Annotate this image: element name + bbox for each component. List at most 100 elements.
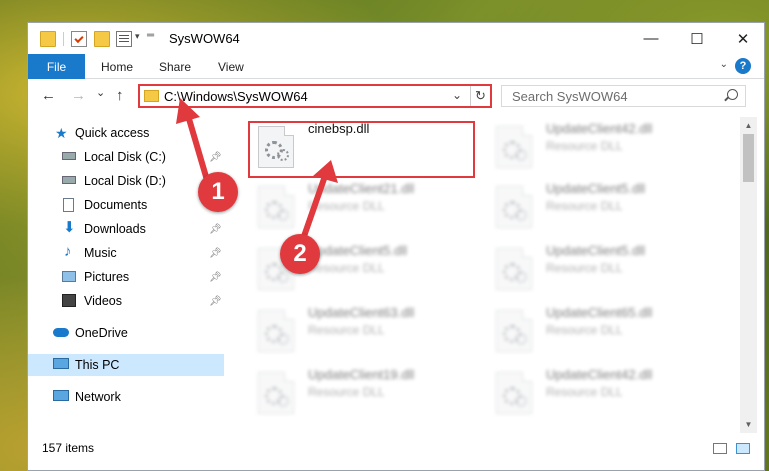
tab-view[interactable]: View	[218, 60, 244, 74]
file-type: Resource DLL	[546, 385, 623, 399]
file-explorer-window: ▾ ═ SysWOW64 — ☐ ✕ File Home Share View …	[27, 22, 765, 471]
sidebar-item-label: Downloads	[84, 222, 146, 236]
large-icons-view-icon[interactable]	[736, 443, 750, 454]
list-item[interactable]: UpdateClient5.dll Resource DLL	[486, 241, 716, 299]
sidebar-item-label: Music	[84, 246, 117, 260]
search-placeholder: Search SysWOW64	[512, 89, 628, 104]
list-item[interactable]: UpdateClient65.dll Resource DLL	[486, 303, 716, 361]
file-name: UpdateClient42.dll	[546, 121, 653, 136]
list-item[interactable]: UpdateClient5.dll Resource DLL	[486, 179, 716, 237]
sidebar-item-pictures[interactable]: Pictures 📌︎	[28, 266, 224, 288]
list-item[interactable]: UpdateClient21.dll Resource DLL	[248, 179, 478, 237]
help-button[interactable]: ?	[735, 58, 751, 74]
navigation-pane: ★ Quick access Local Disk (C:) 📌︎ Local …	[28, 114, 224, 436]
address-dropdown-icon[interactable]: ⌄	[452, 88, 462, 102]
tab-file[interactable]: File	[28, 54, 85, 79]
dll-file-icon	[496, 186, 532, 228]
sidebar-item-documents[interactable]: Documents 📌︎	[28, 194, 224, 216]
sidebar-item-videos[interactable]: Videos 📌︎	[28, 290, 224, 312]
sidebar-item-label: Local Disk (C:)	[84, 150, 166, 164]
sidebar-item-label: OneDrive	[75, 326, 128, 340]
separator	[63, 32, 64, 46]
up-button[interactable]: ↑	[116, 87, 124, 104]
pin-icon[interactable]: 📌︎	[209, 296, 222, 307]
dll-file-icon	[496, 248, 532, 290]
scroll-down-icon[interactable]: ▼	[740, 416, 757, 433]
minimize-button[interactable]: —	[628, 23, 674, 54]
search-icon[interactable]	[727, 89, 738, 100]
file-type: Resource DLL	[546, 139, 623, 153]
close-button[interactable]: ✕	[720, 23, 766, 54]
documents-icon	[63, 198, 74, 212]
cloud-icon	[53, 328, 69, 337]
sidebar-item-label: Local Disk (D:)	[84, 174, 166, 188]
sidebar-item-local-disk-c[interactable]: Local Disk (C:) 📌︎	[28, 146, 224, 168]
network-icon	[53, 390, 69, 401]
address-path[interactable]: C:\Windows\SysWOW64	[164, 89, 308, 104]
sidebar-item-network[interactable]: Network	[28, 386, 224, 408]
navigation-row: ← → ⌄ ↑ C:\Windows\SysWOW64 ⌄ ↻ Search S…	[28, 80, 764, 114]
computer-icon	[53, 358, 69, 369]
scrollbar-thumb[interactable]	[743, 134, 754, 182]
sidebar-item-local-disk-d[interactable]: Local Disk (D:)	[28, 170, 224, 192]
vertical-scrollbar[interactable]: ▲ ▼	[740, 117, 757, 433]
step-marker-1: 1	[198, 172, 238, 212]
qa-customize-icon[interactable]: ═	[147, 30, 154, 41]
file-type: Resource DLL	[546, 323, 623, 337]
step-marker-2: 2	[280, 234, 320, 274]
view-toggle-icon[interactable]	[116, 31, 132, 47]
address-bar[interactable]: C:\Windows\SysWOW64 ⌄ ↻	[138, 84, 492, 108]
recent-locations-button[interactable]: ⌄	[96, 86, 105, 99]
tab-home[interactable]: Home	[101, 60, 133, 74]
properties-icon[interactable]	[71, 31, 87, 47]
ribbon-tabs: File Home Share View ⌄ ?	[28, 54, 764, 79]
new-folder-icon[interactable]	[94, 31, 110, 47]
sidebar-item-this-pc[interactable]: This PC	[28, 354, 224, 376]
file-type: Resource DLL	[546, 261, 623, 275]
expand-ribbon-icon[interactable]: ⌄	[720, 59, 728, 70]
file-name: UpdateClient21.dll	[308, 181, 415, 196]
music-icon: ♪	[64, 243, 72, 260]
file-type: Resource DLL	[546, 199, 623, 213]
window-title: SysWOW64	[169, 31, 240, 46]
sidebar-item-onedrive[interactable]: OneDrive	[28, 322, 224, 344]
tab-share[interactable]: Share	[159, 60, 191, 74]
folder-icon	[40, 31, 56, 47]
folder-icon	[144, 90, 159, 102]
sidebar-item-quick-access[interactable]: ★ Quick access	[28, 122, 224, 144]
pin-icon[interactable]: 📌︎	[209, 272, 222, 283]
pin-icon[interactable]: 📌︎	[209, 248, 222, 259]
list-item[interactable]: UpdateClient19.dll Resource DLL	[248, 365, 478, 423]
highlight-box	[248, 121, 475, 178]
refresh-button[interactable]: ↻	[470, 86, 490, 106]
forward-button[interactable]: →	[71, 87, 86, 104]
file-name: UpdateClient5.dll	[546, 243, 646, 258]
sidebar-item-label: Videos	[84, 294, 122, 308]
qa-dropdown-icon[interactable]: ▾	[135, 31, 140, 42]
file-name: UpdateClient42.dll	[546, 367, 653, 382]
details-view-icon[interactable]	[713, 443, 727, 454]
download-icon: ⬇	[63, 219, 76, 236]
search-input[interactable]: Search SysWOW64	[501, 85, 746, 107]
drive-icon	[62, 152, 76, 160]
dll-file-icon	[496, 372, 532, 414]
list-item[interactable]: UpdateClient42.dll Resource DLL	[486, 119, 716, 177]
file-name: UpdateClient5.dll	[308, 243, 408, 258]
file-name: UpdateClient19.dll	[308, 367, 415, 382]
maximize-button[interactable]: ☐	[674, 23, 720, 54]
list-item[interactable]: UpdateClient42.dll Resource DLL	[486, 365, 716, 423]
sidebar-item-label: Network	[75, 390, 121, 404]
sidebar-item-downloads[interactable]: ⬇ Downloads 📌︎	[28, 218, 224, 240]
file-type: Resource DLL	[308, 385, 385, 399]
item-count: 157 items	[42, 441, 95, 455]
status-bar: 157 items	[28, 435, 764, 461]
pin-icon[interactable]: 📌︎	[209, 224, 222, 235]
sidebar-item-music[interactable]: ♪ Music 📌︎	[28, 242, 224, 264]
pin-icon[interactable]: 📌︎	[209, 152, 222, 163]
scroll-up-icon[interactable]: ▲	[740, 117, 757, 134]
dll-file-icon	[258, 310, 294, 352]
pictures-icon	[62, 271, 76, 282]
back-button[interactable]: ←	[41, 87, 56, 104]
list-item[interactable]: UpdateClient63.dll Resource DLL	[248, 303, 478, 361]
file-type: Resource DLL	[308, 199, 385, 213]
